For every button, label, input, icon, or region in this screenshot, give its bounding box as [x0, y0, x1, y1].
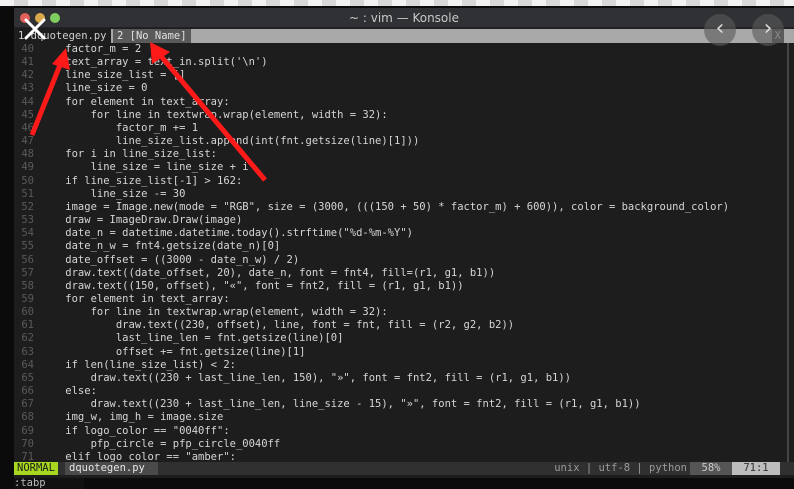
- red-arrow-icon: [29, 48, 70, 136]
- annotation-arrows: [29, 42, 267, 182]
- red-arrow-icon: [150, 42, 267, 182]
